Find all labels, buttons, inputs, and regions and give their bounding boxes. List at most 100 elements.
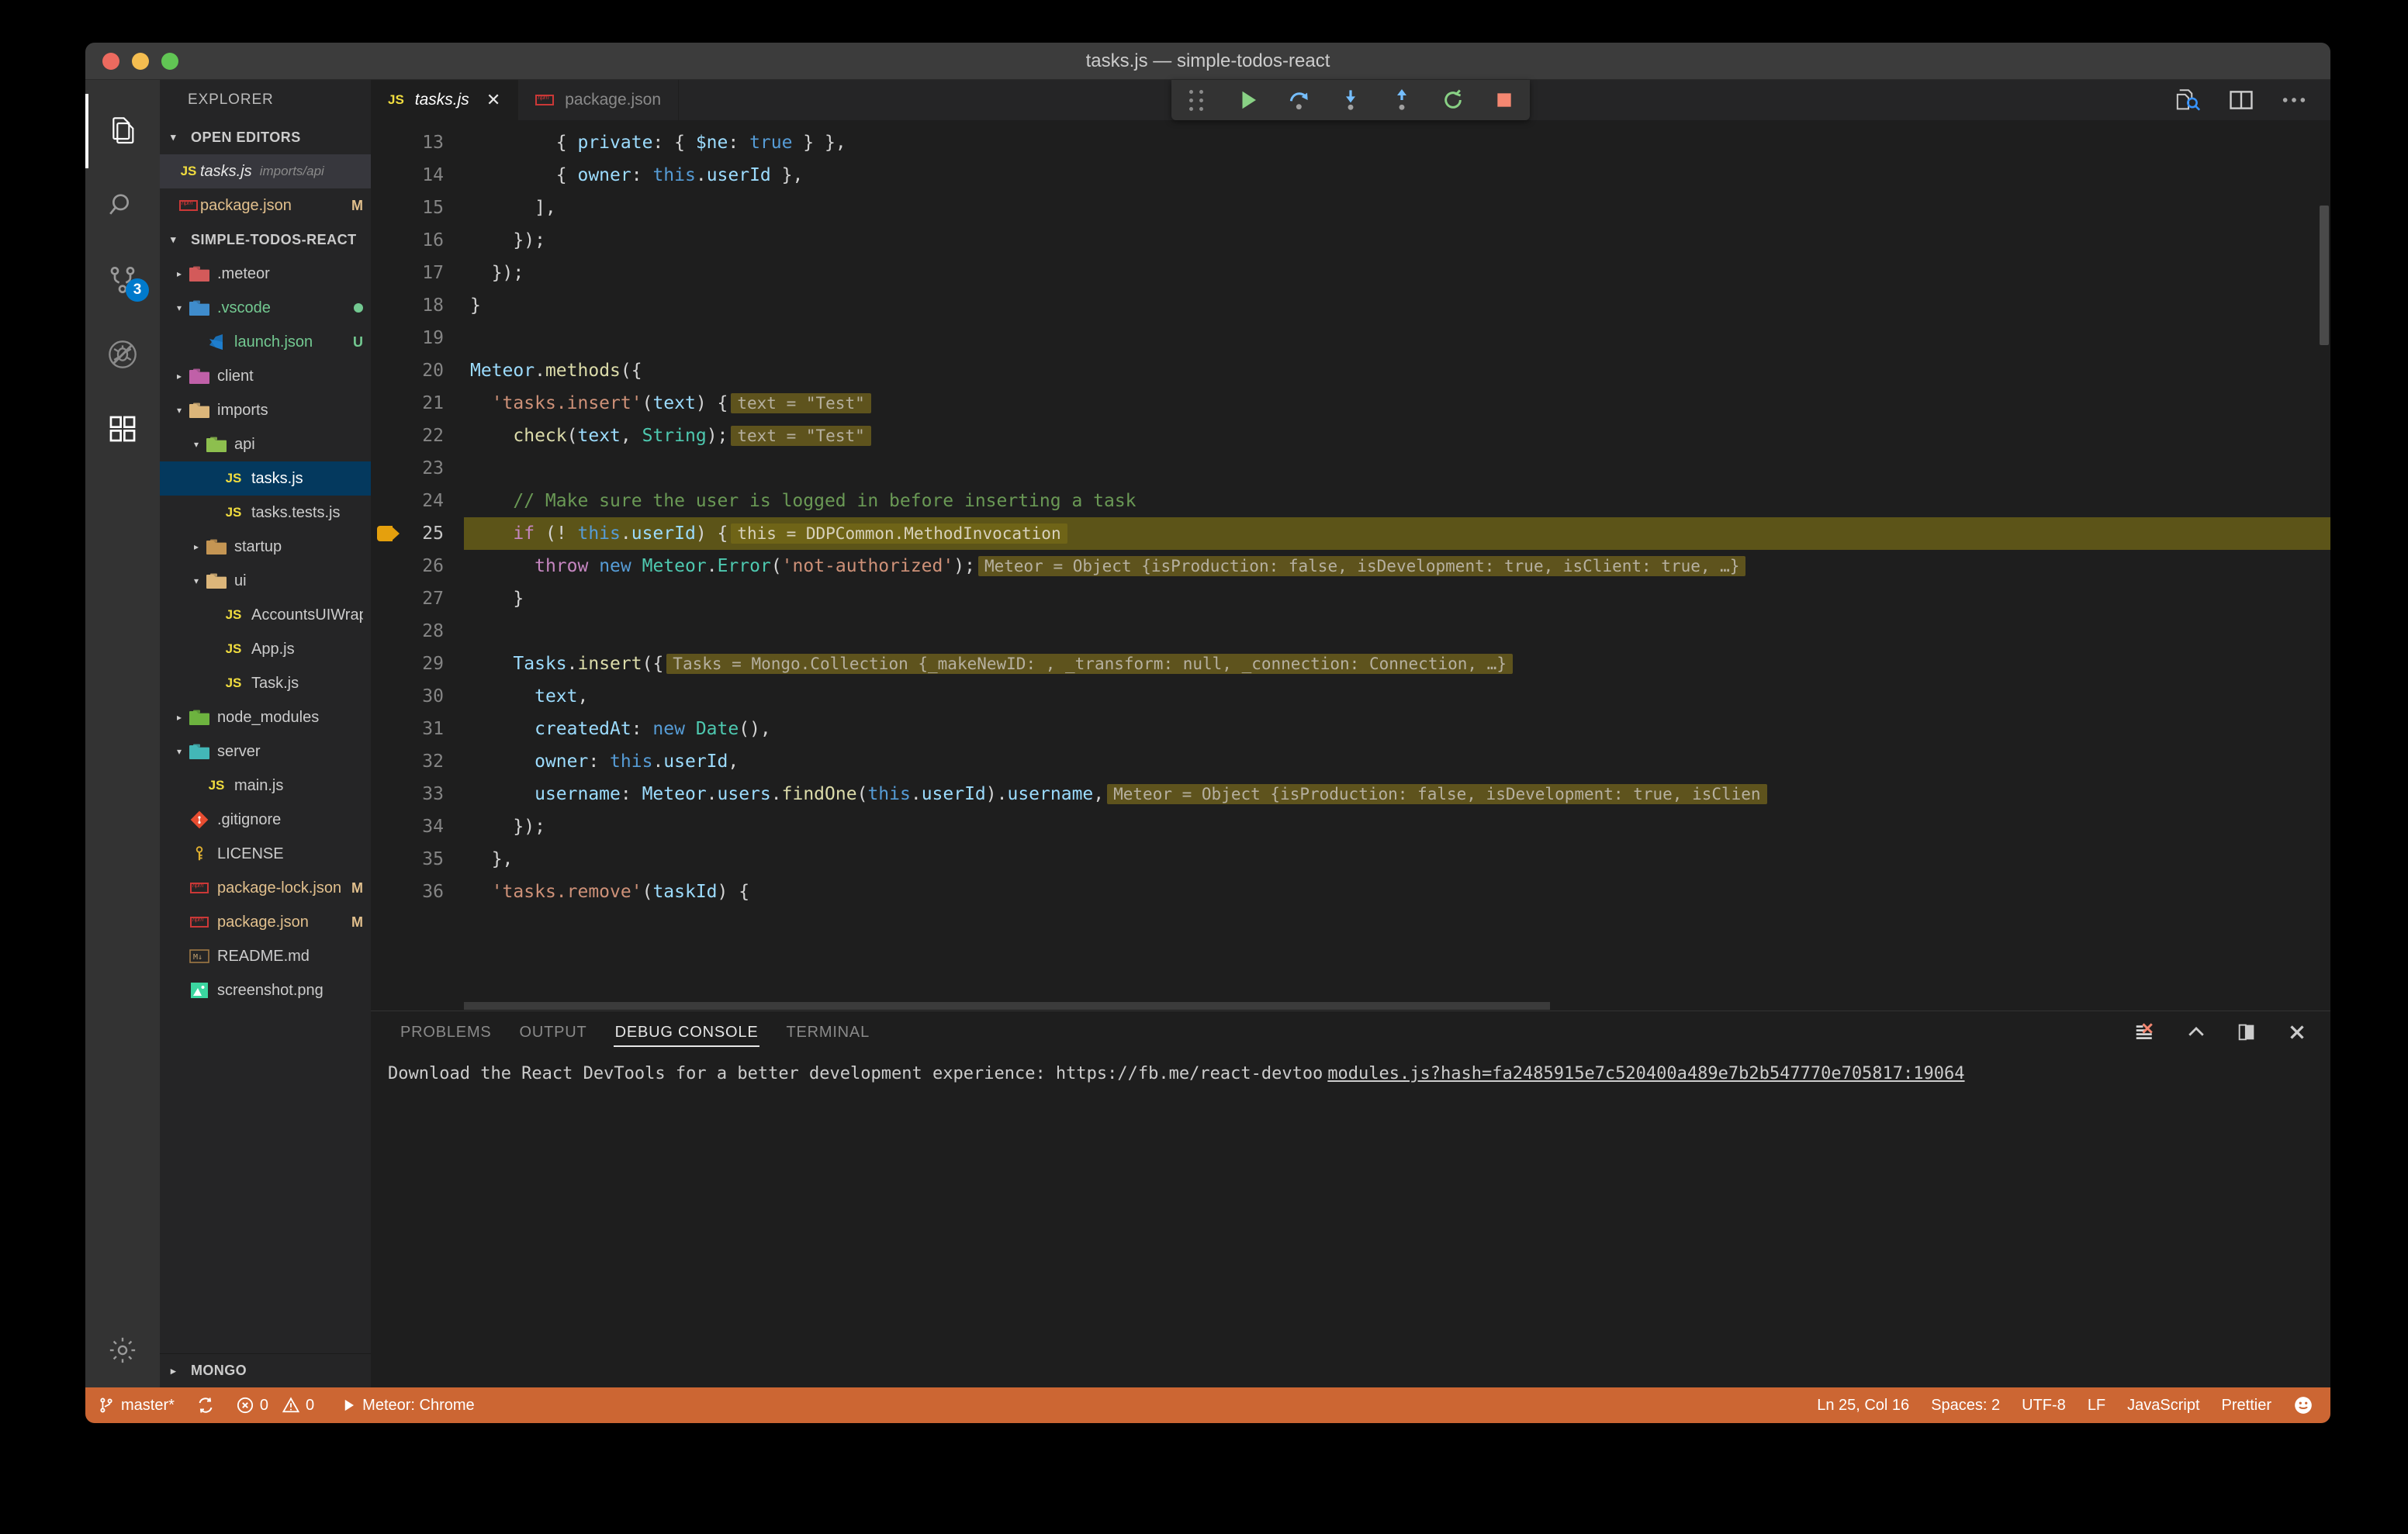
activity-source-control[interactable]: 3 (85, 243, 160, 317)
activity-settings[interactable] (85, 1313, 160, 1387)
activity-extensions[interactable] (85, 392, 160, 466)
editor-hscrollbar[interactable] (371, 1001, 2330, 1011)
console-source-link[interactable]: modules.js?hash=fa2485915e7c520400a489e7… (1327, 1064, 1964, 1083)
code-line[interactable] (464, 322, 2330, 354)
tree-item-tasks-js[interactable]: JS tasks.js (160, 461, 371, 496)
line-number[interactable]: 21 (371, 387, 464, 420)
step-over-button[interactable] (1274, 80, 1325, 120)
activity-search[interactable] (85, 168, 160, 243)
section-project[interactable]: ▾ SIMPLE-TODOS-REACT (160, 223, 371, 257)
open-changes-icon[interactable] (2175, 87, 2202, 113)
line-number[interactable]: 31 (371, 713, 464, 745)
code-lines[interactable]: { private: { $ne: true } }, { owner: thi… (464, 120, 2330, 1011)
code-line[interactable]: username: Meteor.users.findOne(this.user… (464, 778, 2330, 810)
open-editor-package-json[interactable]: package.json M (160, 188, 371, 223)
tree-item-node-modules[interactable]: ▸ node_modules (160, 700, 371, 734)
status-feedback-smiley[interactable] (2282, 1387, 2324, 1423)
status-prettier[interactable]: Prettier (2211, 1387, 2282, 1423)
code-line[interactable]: throw new Meteor.Error('not-authorized')… (464, 550, 2330, 582)
code-line[interactable]: }); (464, 224, 2330, 257)
tree-item-tasks-tests-js[interactable]: JS tasks.tests.js (160, 496, 371, 530)
line-number[interactable]: 33 (371, 778, 464, 810)
open-editor-tasks-js[interactable]: JS tasks.js imports/api (160, 154, 371, 188)
code-line[interactable]: { private: { $ne: true } }, (464, 126, 2330, 159)
code-line[interactable]: text, (464, 680, 2330, 713)
chevron-right-icon[interactable]: ▸ (171, 371, 188, 382)
tree-item-ui[interactable]: ▾ ui (160, 564, 371, 598)
line-number[interactable]: 13 (371, 126, 464, 159)
chevron-down-icon[interactable]: ▾ (171, 405, 188, 416)
code-line[interactable]: if (! this.userId) {this = DDPCommon.Met… (464, 517, 2330, 550)
tree-item-vscode[interactable]: ▾ .vscode (160, 291, 371, 325)
line-number[interactable]: 29 (371, 648, 464, 680)
step-into-button[interactable] (1325, 80, 1376, 120)
code-line[interactable]: { owner: this.userId }, (464, 159, 2330, 192)
activity-debug[interactable] (85, 317, 160, 392)
code-line[interactable]: 'tasks.insert'(text) {text = "Test" (464, 387, 2330, 420)
line-number[interactable]: 25 (371, 517, 464, 550)
line-number[interactable]: 36 (371, 876, 464, 908)
code-line[interactable]: owner: this.userId, (464, 745, 2330, 778)
code-line[interactable]: } (464, 582, 2330, 615)
chevron-right-icon[interactable]: ▸ (171, 268, 188, 279)
drag-grip-icon[interactable] (1171, 80, 1223, 120)
line-number[interactable]: 32 (371, 745, 464, 778)
debug-console-output[interactable]: Download the React DevTools for a better… (371, 1053, 2330, 1387)
status-encoding[interactable]: UTF-8 (2011, 1387, 2077, 1423)
tree-item-readme-md[interactable]: M↓ README.md (160, 939, 371, 973)
line-number[interactable]: 34 (371, 810, 464, 843)
status-cursor-position[interactable]: Ln 25, Col 16 (1806, 1387, 1920, 1423)
close-icon[interactable]: ✕ (486, 90, 500, 110)
tree-item-app-js[interactable]: JS App.js (160, 632, 371, 666)
line-number[interactable]: 18 (371, 289, 464, 322)
line-number[interactable]: 26 (371, 550, 464, 582)
line-number[interactable]: 28 (371, 615, 464, 648)
tree-item-launch-json[interactable]: launch.json U (160, 325, 371, 359)
tree-item-license[interactable]: LICENSE (160, 837, 371, 871)
line-number[interactable]: 17 (371, 257, 464, 289)
line-number[interactable]: 35 (371, 843, 464, 876)
tree-item-server[interactable]: ▾ server (160, 734, 371, 769)
split-editor-icon[interactable] (2228, 87, 2254, 113)
tree-item-package-lock-json[interactable]: package-lock.json M (160, 871, 371, 905)
code-line[interactable]: Meteor.methods({ (464, 354, 2330, 387)
tab-package-json[interactable]: package.json (518, 80, 680, 120)
status-indentation[interactable]: Spaces: 2 (1920, 1387, 2011, 1423)
code-line[interactable]: createdAt: new Date(), (464, 713, 2330, 745)
line-number[interactable]: 27 (371, 582, 464, 615)
line-number[interactable]: 30 (371, 680, 464, 713)
line-number[interactable]: 16 (371, 224, 464, 257)
tree-item-screenshot-png[interactable]: screenshot.png (160, 973, 371, 1007)
chevron-down-icon[interactable]: ▾ (188, 575, 205, 586)
scrollbar-thumb[interactable] (2320, 206, 2329, 345)
restart-button[interactable] (1427, 80, 1479, 120)
chevron-down-icon[interactable]: ▾ (188, 439, 205, 450)
tree-item-client[interactable]: ▸ client (160, 359, 371, 393)
step-out-button[interactable] (1376, 80, 1427, 120)
tree-item-api[interactable]: ▾ api (160, 427, 371, 461)
tree-item-main-js[interactable]: JS main.js (160, 769, 371, 803)
code-line[interactable] (464, 615, 2330, 648)
panel-tab-problems[interactable]: PROBLEMS (386, 1011, 506, 1053)
status-sync[interactable] (185, 1387, 226, 1423)
status-language-mode[interactable]: JavaScript (2116, 1387, 2210, 1423)
line-number[interactable]: 24 (371, 485, 464, 517)
tree-item-task-js[interactable]: JS Task.js (160, 666, 371, 700)
chevron-right-icon[interactable]: ▸ (188, 541, 205, 552)
tree-item-startup[interactable]: ▸ startup (160, 530, 371, 564)
code-editor[interactable]: 13 14 15 16 17 18 19 20 21 22 23 24 25 26 27 28 29 30 31 32… (371, 120, 2330, 1011)
line-number[interactable]: 20 (371, 354, 464, 387)
tree-item-package-json[interactable]: package.json M (160, 905, 371, 939)
status-branch[interactable]: master* (85, 1387, 185, 1423)
panel-tab-output[interactable]: OUTPUT (506, 1011, 601, 1053)
activity-explorer[interactable] (85, 94, 160, 168)
tab-tasks-js[interactable]: JS tasks.js ✕ (371, 80, 519, 120)
line-number-gutter[interactable]: 13 14 15 16 17 18 19 20 21 22 23 24 25 26 27 28 29 30 31 32… (371, 120, 464, 1011)
panel-tab-terminal[interactable]: TERMINAL (772, 1011, 884, 1053)
code-line[interactable]: Tasks.insert({Tasks = Mongo.Collection {… (464, 648, 2330, 680)
chevron-up-icon[interactable] (2185, 1021, 2208, 1044)
line-number[interactable]: 15 (371, 192, 464, 224)
chevron-down-icon[interactable]: ▾ (171, 302, 188, 313)
code-line[interactable]: ], (464, 192, 2330, 224)
line-number[interactable]: 22 (371, 420, 464, 452)
